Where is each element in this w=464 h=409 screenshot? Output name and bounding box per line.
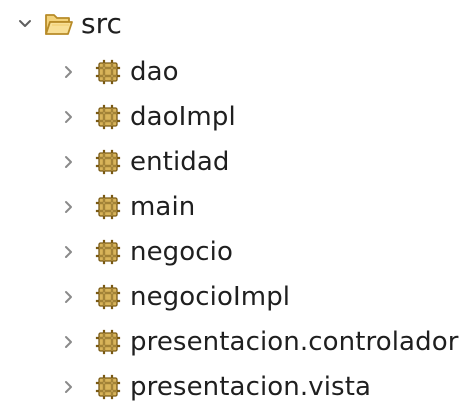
tree-root-label: src	[81, 7, 122, 40]
package-icon	[94, 103, 122, 131]
tree-item-label: dao	[130, 57, 179, 87]
tree-item-label: presentacion.vista	[130, 372, 372, 402]
package-icon	[94, 148, 122, 176]
package-icon	[94, 58, 122, 86]
tree-item-daoimpl[interactable]: daoImpl	[54, 95, 236, 139]
tree-item-presentacion-vista[interactable]: presentacion.vista	[54, 365, 371, 409]
package-icon	[94, 328, 122, 356]
tree-item-label: presentacion.controlador	[130, 327, 459, 357]
collapse-chevron-right-icon[interactable]	[54, 282, 84, 312]
tree-item-main[interactable]: main	[54, 185, 195, 229]
collapse-chevron-right-icon[interactable]	[54, 237, 84, 267]
package-icon	[94, 283, 122, 311]
package-icon	[94, 238, 122, 266]
collapse-chevron-right-icon[interactable]	[54, 102, 84, 132]
tree-root-src[interactable]: src	[10, 2, 122, 46]
tree-item-label: entidad	[130, 147, 230, 177]
tree-item-negocio[interactable]: negocio	[54, 230, 233, 274]
tree-item-dao[interactable]: dao	[54, 50, 179, 94]
package-icon	[94, 373, 122, 401]
collapse-chevron-right-icon[interactable]	[54, 147, 84, 177]
collapse-chevron-right-icon[interactable]	[54, 327, 84, 357]
tree-item-entidad[interactable]: entidad	[54, 140, 230, 184]
collapse-chevron-right-icon[interactable]	[54, 192, 84, 222]
tree-item-presentacion-controlador[interactable]: presentacion.controlador	[54, 320, 459, 364]
tree-item-label: daoImpl	[130, 102, 236, 132]
tree-item-label: negocio	[130, 237, 234, 267]
tree-item-label: main	[130, 192, 196, 222]
collapse-chevron-right-icon[interactable]	[54, 372, 84, 402]
collapse-chevron-right-icon[interactable]	[54, 57, 84, 87]
expand-chevron-down-icon[interactable]	[10, 9, 40, 39]
folder-icon	[42, 9, 74, 39]
package-icon	[94, 193, 122, 221]
tree-item-negocioimpl[interactable]: negocioImpl	[54, 275, 290, 319]
package-explorer-tree: src dao daoImpl entidad main negocio neg…	[0, 0, 464, 408]
tree-item-label: negocioImpl	[130, 282, 291, 312]
